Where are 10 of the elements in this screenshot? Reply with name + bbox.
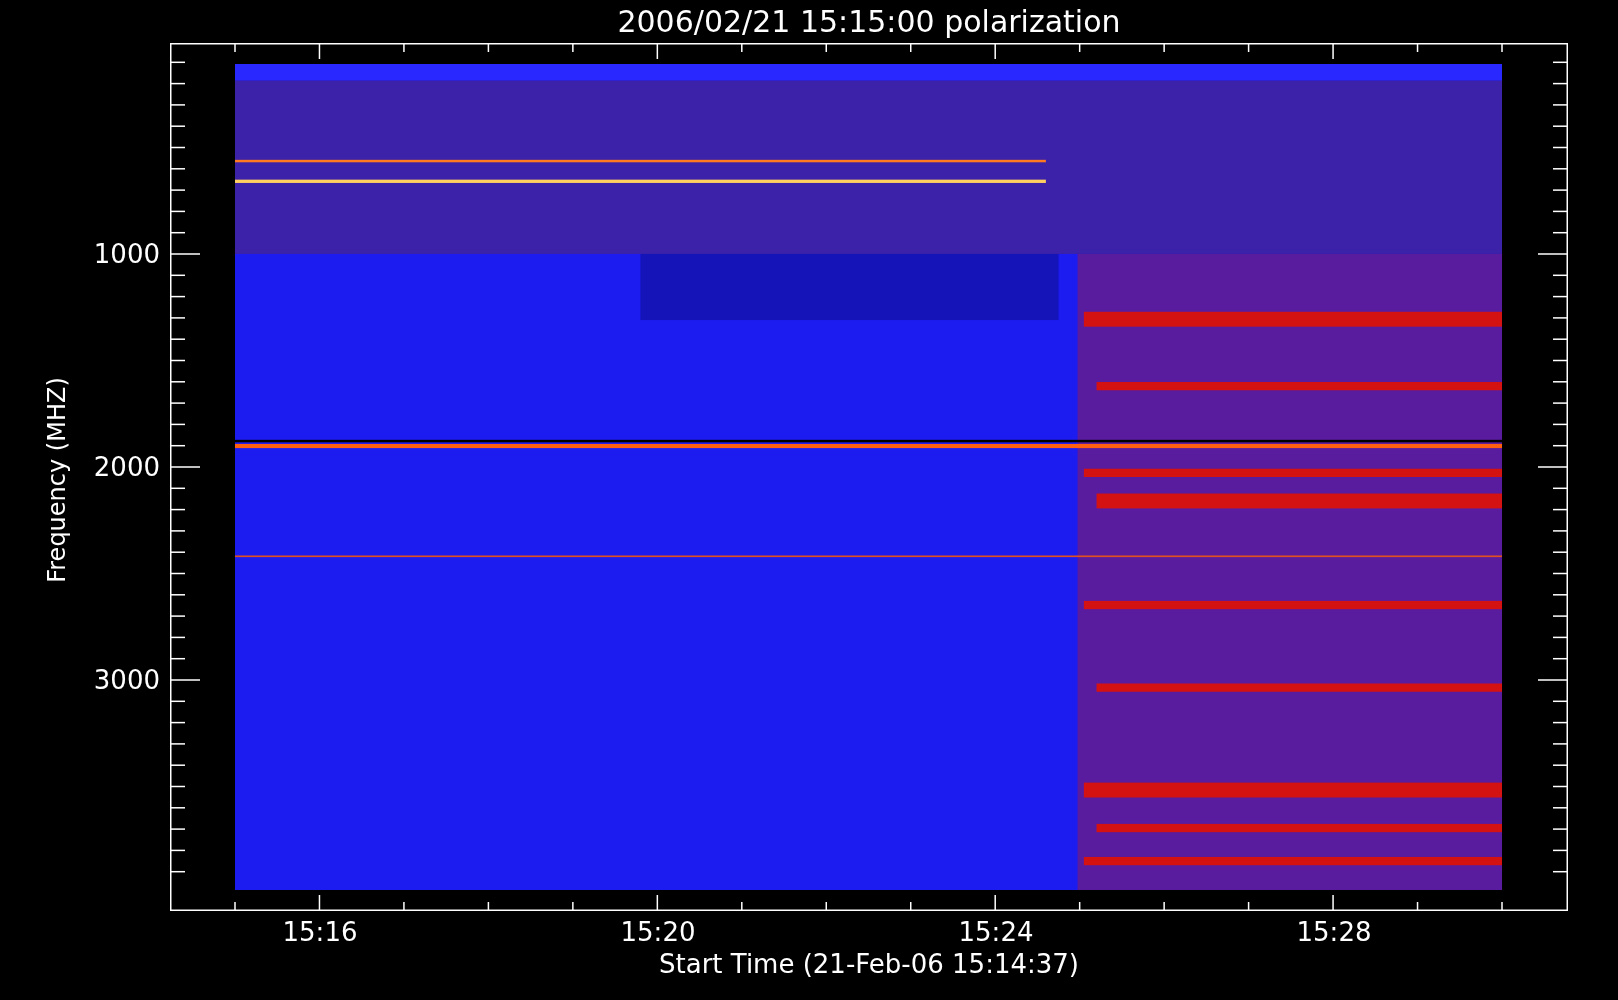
chart-title: 2006/02/21 15:15:00 polarization (617, 6, 1121, 37)
x-tick-label: 15:24 (958, 917, 1034, 947)
y-tick-label: 3000 (93, 665, 160, 695)
x-axis-label: Start Time (21-Feb-06 15:14:37) (659, 951, 1079, 977)
x-tick-label: 15:28 (1296, 917, 1372, 947)
y-tick-label: 2000 (93, 452, 160, 482)
y-axis-label: Frequency (MHZ) (43, 377, 71, 583)
x-tick-label: 15:16 (282, 917, 358, 947)
y-tick-label: 1000 (93, 239, 160, 269)
x-tick-label: 15:20 (620, 917, 696, 947)
